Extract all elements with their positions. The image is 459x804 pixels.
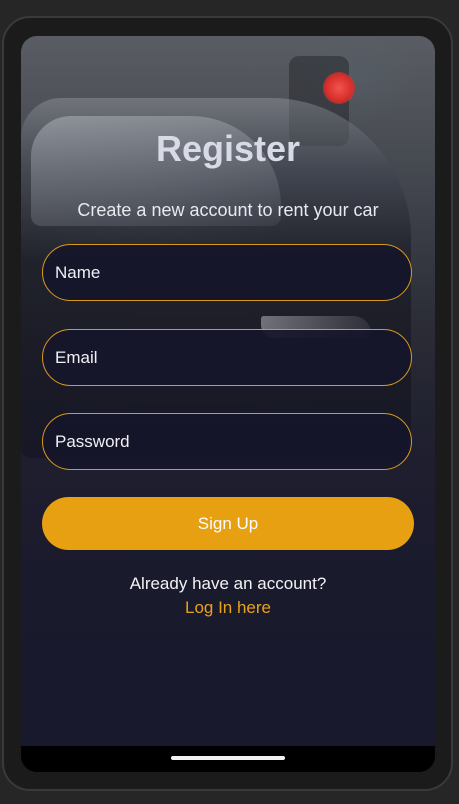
login-prompt: Already have an account?	[129, 574, 327, 593]
name-input[interactable]	[42, 244, 412, 301]
system-nav-bar	[21, 746, 435, 772]
login-link[interactable]: Log In here	[21, 598, 435, 618]
register-form: Register Create a new account to rent yo…	[21, 36, 435, 756]
home-indicator[interactable]	[171, 756, 285, 760]
sign-up-button[interactable]: Sign Up	[42, 497, 414, 550]
app-screen: Register Create a new account to rent yo…	[21, 36, 435, 772]
page-subtitle: Create a new account to rent your car	[77, 200, 379, 220]
password-input[interactable]	[42, 413, 412, 470]
page-title: Register	[155, 128, 301, 169]
email-input[interactable]	[42, 329, 412, 386]
